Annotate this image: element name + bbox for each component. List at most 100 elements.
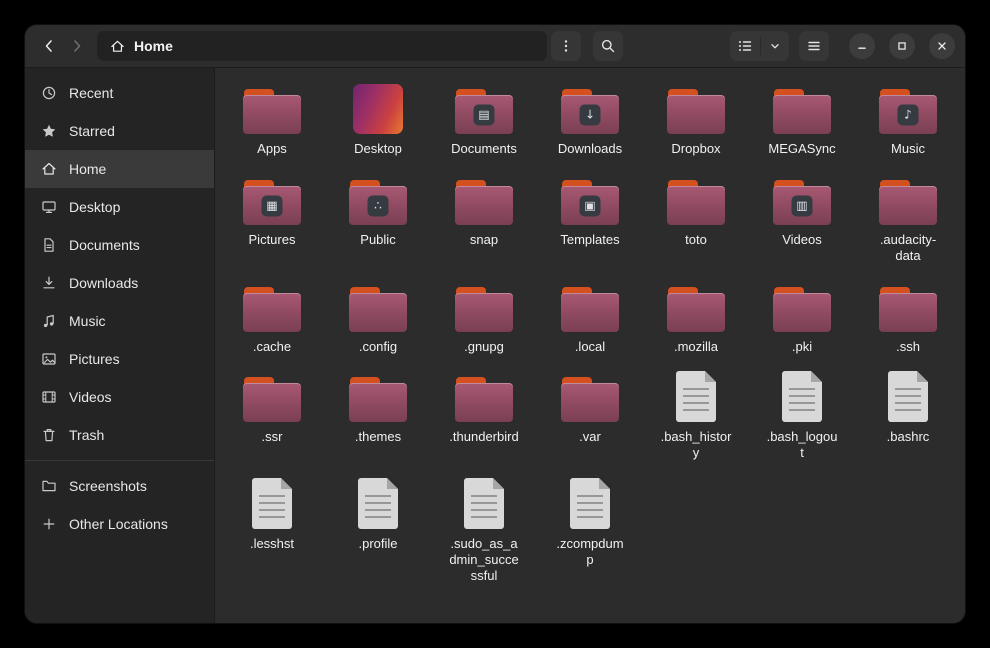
file-label: .zcompdump	[553, 536, 627, 568]
file-item[interactable]: .bash_logout	[749, 366, 855, 461]
sidebar-item-label: Music	[69, 313, 106, 329]
file-item[interactable]: MEGASync	[749, 78, 855, 157]
file-item[interactable]: .gnupg	[431, 276, 537, 355]
text-file-icon	[782, 371, 822, 422]
back-button[interactable]	[35, 32, 63, 60]
emblem-image-icon: ▦	[262, 195, 283, 216]
text-file-icon	[464, 478, 504, 529]
file-item[interactable]: .themes	[325, 366, 431, 461]
folder-icon	[561, 377, 619, 422]
file-label: .gnupg	[464, 339, 504, 355]
file-label: .ssr	[262, 429, 283, 445]
file-label: .cache	[253, 339, 291, 355]
sidebar-item-label: Starred	[69, 123, 115, 139]
sidebar-item-starred[interactable]: Starred	[25, 112, 214, 150]
file-item[interactable]: ▤ Documents	[431, 78, 537, 157]
file-label: .bash_logout	[765, 429, 839, 461]
file-label: toto	[685, 232, 707, 248]
sidebar-item-desktop[interactable]: Desktop	[25, 188, 214, 226]
sidebar-item-downloads[interactable]: Downloads	[25, 264, 214, 302]
file-item[interactable]: ▥ Videos	[749, 169, 855, 264]
trash-icon	[41, 427, 57, 443]
view-dropdown-button[interactable]	[761, 31, 789, 61]
desktop-wallpaper-icon	[353, 84, 403, 134]
sidebar-item-label: Recent	[69, 85, 113, 101]
file-label: .var	[579, 429, 601, 445]
sidebar-item-screenshots[interactable]: Screenshots	[25, 467, 214, 505]
main-menu-button[interactable]	[799, 31, 829, 61]
kebab-menu-icon	[558, 38, 574, 54]
text-file-icon	[358, 478, 398, 529]
sidebar-item-label: Documents	[69, 237, 140, 253]
search-button[interactable]	[593, 31, 623, 61]
sidebar-item-label: Other Locations	[69, 516, 168, 532]
file-item[interactable]: .var	[537, 366, 643, 461]
file-item[interactable]: ▣ Templates	[537, 169, 643, 264]
folder-icon	[455, 180, 513, 225]
forward-button[interactable]	[63, 32, 91, 60]
folder-icon	[667, 287, 725, 332]
file-label: Public	[360, 232, 395, 248]
file-label: Videos	[782, 232, 822, 248]
file-label: Apps	[257, 141, 287, 157]
text-file-icon	[570, 478, 610, 529]
folder-icon: ♪	[879, 89, 937, 134]
file-item[interactable]: ♪ Music	[855, 78, 961, 157]
list-view-button[interactable]	[730, 31, 760, 61]
folder-icon	[561, 287, 619, 332]
file-item[interactable]: .bashrc	[855, 366, 961, 461]
file-item[interactable]: ↓ Downloads	[537, 78, 643, 157]
file-item[interactable]: .mozilla	[643, 276, 749, 355]
emblem-share-icon: ∴	[368, 195, 389, 216]
chevron-right-icon	[69, 38, 85, 54]
folder-icon: ↓	[561, 89, 619, 134]
file-item[interactable]: .local	[537, 276, 643, 355]
file-item[interactable]: ▦ Pictures	[219, 169, 325, 264]
file-item[interactable]: Apps	[219, 78, 325, 157]
sidebar-item-recent[interactable]: Recent	[25, 74, 214, 112]
file-item[interactable]: .cache	[219, 276, 325, 355]
minimize-button[interactable]	[849, 33, 875, 59]
file-item[interactable]: Dropbox	[643, 78, 749, 157]
path-bar[interactable]: Home	[97, 31, 547, 61]
file-label: .bash_history	[659, 429, 733, 461]
sidebar-item-trash[interactable]: Trash	[25, 416, 214, 454]
folder-icon	[879, 180, 937, 225]
file-item[interactable]: .lesshst	[219, 473, 325, 584]
sidebar-item-label: Home	[69, 161, 106, 177]
sidebar-item-other-locations[interactable]: Other Locations	[25, 505, 214, 543]
file-item[interactable]: .zcompdump	[537, 473, 643, 584]
file-item[interactable]: .config	[325, 276, 431, 355]
view-toggle-split-button	[730, 31, 789, 61]
file-item[interactable]: toto	[643, 169, 749, 264]
view-options-button[interactable]	[551, 31, 581, 61]
file-item[interactable]: .ssr	[219, 366, 325, 461]
file-item[interactable]: .thunderbird	[431, 366, 537, 461]
files-view[interactable]: Apps Desktop ▤ Documents ↓ Downloads Dro…	[215, 68, 965, 623]
file-label: .profile	[358, 536, 397, 552]
file-label: Music	[891, 141, 925, 157]
file-item[interactable]: .bash_history	[643, 366, 749, 461]
sidebar-item-documents[interactable]: Documents	[25, 226, 214, 264]
folder-icon	[243, 377, 301, 422]
emblem-film-icon: ▥	[792, 195, 813, 216]
sidebar-item-home[interactable]: Home	[25, 150, 214, 188]
file-item[interactable]: ∴ Public	[325, 169, 431, 264]
file-item[interactable]: .pki	[749, 276, 855, 355]
file-label: .themes	[355, 429, 401, 445]
emblem-music-icon: ♪	[898, 105, 919, 126]
file-item[interactable]: .profile	[325, 473, 431, 584]
file-item[interactable]: .sudo_as_admin_successful	[431, 473, 537, 584]
file-item[interactable]: Desktop	[325, 78, 431, 157]
file-item[interactable]: .ssh	[855, 276, 961, 355]
maximize-button[interactable]	[889, 33, 915, 59]
file-item[interactable]: snap	[431, 169, 537, 264]
file-item[interactable]: .audacity-data	[855, 169, 961, 264]
folder-icon: ▥	[773, 180, 831, 225]
file-manager-window: Home	[25, 25, 965, 623]
sidebar-item-videos[interactable]: Videos	[25, 378, 214, 416]
close-button[interactable]	[929, 33, 955, 59]
sidebar-item-pictures[interactable]: Pictures	[25, 340, 214, 378]
star-icon	[41, 123, 57, 139]
sidebar-item-music[interactable]: Music	[25, 302, 214, 340]
